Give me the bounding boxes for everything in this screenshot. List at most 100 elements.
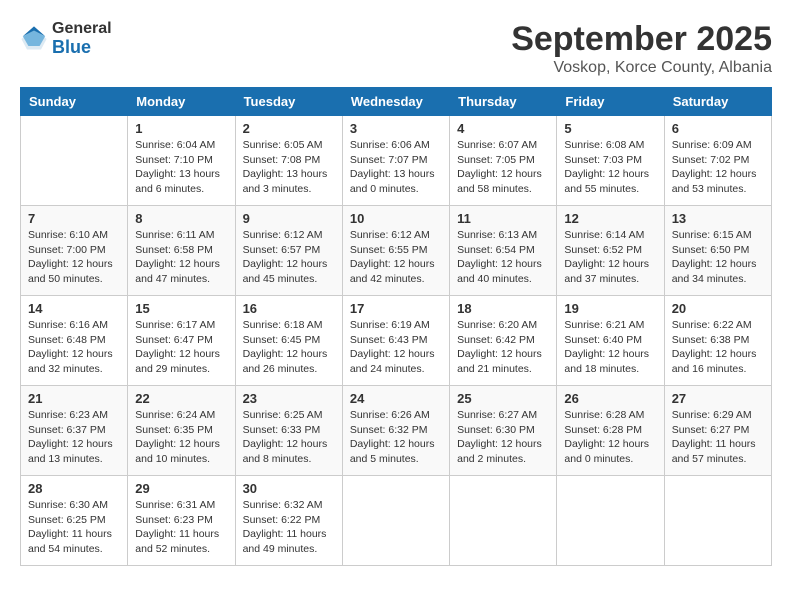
col-thursday: Thursday [450,88,557,116]
day-info: Sunrise: 6:28 AMSunset: 6:28 PMDaylight:… [564,408,656,467]
calendar-cell: 10 Sunrise: 6:12 AMSunset: 6:55 PMDaylig… [342,206,449,296]
day-info: Sunrise: 6:21 AMSunset: 6:40 PMDaylight:… [564,318,656,377]
calendar-cell [664,476,771,566]
day-info: Sunrise: 6:20 AMSunset: 6:42 PMDaylight:… [457,318,549,377]
calendar-cell: 11 Sunrise: 6:13 AMSunset: 6:54 PMDaylig… [450,206,557,296]
calendar-cell: 25 Sunrise: 6:27 AMSunset: 6:30 PMDaylig… [450,386,557,476]
title-block: September 2025 Voskop, Korce County, Alb… [511,20,772,77]
day-info: Sunrise: 6:09 AMSunset: 7:02 PMDaylight:… [672,138,764,197]
month-title: September 2025 [511,20,772,59]
calendar-cell: 12 Sunrise: 6:14 AMSunset: 6:52 PMDaylig… [557,206,664,296]
calendar-cell: 2 Sunrise: 6:05 AMSunset: 7:08 PMDayligh… [235,116,342,206]
col-friday: Friday [557,88,664,116]
day-info: Sunrise: 6:19 AMSunset: 6:43 PMDaylight:… [350,318,442,377]
calendar-cell: 9 Sunrise: 6:12 AMSunset: 6:57 PMDayligh… [235,206,342,296]
calendar-cell: 5 Sunrise: 6:08 AMSunset: 7:03 PMDayligh… [557,116,664,206]
day-info: Sunrise: 6:12 AMSunset: 6:55 PMDaylight:… [350,228,442,287]
day-info: Sunrise: 6:11 AMSunset: 6:58 PMDaylight:… [135,228,227,287]
day-number: 2 [243,121,335,136]
col-monday: Monday [128,88,235,116]
calendar-cell: 14 Sunrise: 6:16 AMSunset: 6:48 PMDaylig… [21,296,128,386]
calendar-cell [21,116,128,206]
calendar-week-5: 28 Sunrise: 6:30 AMSunset: 6:25 PMDaylig… [21,476,772,566]
day-number: 7 [28,211,120,226]
day-number: 14 [28,301,120,316]
day-number: 24 [350,391,442,406]
day-number: 13 [672,211,764,226]
day-number: 28 [28,481,120,496]
calendar-cell: 15 Sunrise: 6:17 AMSunset: 6:47 PMDaylig… [128,296,235,386]
day-number: 21 [28,391,120,406]
day-number: 4 [457,121,549,136]
calendar-cell: 7 Sunrise: 6:10 AMSunset: 7:00 PMDayligh… [21,206,128,296]
day-info: Sunrise: 6:31 AMSunset: 6:23 PMDaylight:… [135,498,227,557]
calendar-cell: 30 Sunrise: 6:32 AMSunset: 6:22 PMDaylig… [235,476,342,566]
calendar-cell: 27 Sunrise: 6:29 AMSunset: 6:27 PMDaylig… [664,386,771,476]
day-info: Sunrise: 6:16 AMSunset: 6:48 PMDaylight:… [28,318,120,377]
day-info: Sunrise: 6:08 AMSunset: 7:03 PMDaylight:… [564,138,656,197]
day-number: 25 [457,391,549,406]
day-info: Sunrise: 6:24 AMSunset: 6:35 PMDaylight:… [135,408,227,467]
calendar-cell [557,476,664,566]
calendar-cell: 29 Sunrise: 6:31 AMSunset: 6:23 PMDaylig… [128,476,235,566]
day-number: 22 [135,391,227,406]
col-sunday: Sunday [21,88,128,116]
calendar-cell: 22 Sunrise: 6:24 AMSunset: 6:35 PMDaylig… [128,386,235,476]
calendar-cell: 17 Sunrise: 6:19 AMSunset: 6:43 PMDaylig… [342,296,449,386]
calendar-week-4: 21 Sunrise: 6:23 AMSunset: 6:37 PMDaylig… [21,386,772,476]
day-number: 17 [350,301,442,316]
calendar-cell: 18 Sunrise: 6:20 AMSunset: 6:42 PMDaylig… [450,296,557,386]
day-info: Sunrise: 6:10 AMSunset: 7:00 PMDaylight:… [28,228,120,287]
day-info: Sunrise: 6:06 AMSunset: 7:07 PMDaylight:… [350,138,442,197]
calendar-cell [342,476,449,566]
calendar-cell: 21 Sunrise: 6:23 AMSunset: 6:37 PMDaylig… [21,386,128,476]
day-info: Sunrise: 6:18 AMSunset: 6:45 PMDaylight:… [243,318,335,377]
calendar-cell: 24 Sunrise: 6:26 AMSunset: 6:32 PMDaylig… [342,386,449,476]
page-header: General Blue September 2025 Voskop, Korc… [20,20,772,77]
day-number: 10 [350,211,442,226]
calendar-week-1: 1 Sunrise: 6:04 AMSunset: 7:10 PMDayligh… [21,116,772,206]
day-number: 27 [672,391,764,406]
col-saturday: Saturday [664,88,771,116]
calendar-cell: 8 Sunrise: 6:11 AMSunset: 6:58 PMDayligh… [128,206,235,296]
day-number: 19 [564,301,656,316]
day-info: Sunrise: 6:13 AMSunset: 6:54 PMDaylight:… [457,228,549,287]
day-number: 1 [135,121,227,136]
day-info: Sunrise: 6:22 AMSunset: 6:38 PMDaylight:… [672,318,764,377]
calendar-cell: 3 Sunrise: 6:06 AMSunset: 7:07 PMDayligh… [342,116,449,206]
day-number: 5 [564,121,656,136]
calendar-cell: 4 Sunrise: 6:07 AMSunset: 7:05 PMDayligh… [450,116,557,206]
day-number: 9 [243,211,335,226]
calendar-cell: 1 Sunrise: 6:04 AMSunset: 7:10 PMDayligh… [128,116,235,206]
day-number: 8 [135,211,227,226]
logo-blue-text: Blue [52,38,112,58]
day-number: 20 [672,301,764,316]
day-info: Sunrise: 6:30 AMSunset: 6:25 PMDaylight:… [28,498,120,557]
day-number: 15 [135,301,227,316]
day-info: Sunrise: 6:12 AMSunset: 6:57 PMDaylight:… [243,228,335,287]
col-tuesday: Tuesday [235,88,342,116]
calendar-cell: 13 Sunrise: 6:15 AMSunset: 6:50 PMDaylig… [664,206,771,296]
calendar-cell: 19 Sunrise: 6:21 AMSunset: 6:40 PMDaylig… [557,296,664,386]
logo-icon [20,25,48,53]
logo-general-text: General [52,20,112,38]
calendar-cell: 28 Sunrise: 6:30 AMSunset: 6:25 PMDaylig… [21,476,128,566]
calendar-cell: 16 Sunrise: 6:18 AMSunset: 6:45 PMDaylig… [235,296,342,386]
day-number: 3 [350,121,442,136]
calendar-cell: 26 Sunrise: 6:28 AMSunset: 6:28 PMDaylig… [557,386,664,476]
location-title: Voskop, Korce County, Albania [511,59,772,77]
day-info: Sunrise: 6:29 AMSunset: 6:27 PMDaylight:… [672,408,764,467]
day-number: 16 [243,301,335,316]
day-info: Sunrise: 6:27 AMSunset: 6:30 PMDaylight:… [457,408,549,467]
calendar-cell: 20 Sunrise: 6:22 AMSunset: 6:38 PMDaylig… [664,296,771,386]
day-info: Sunrise: 6:32 AMSunset: 6:22 PMDaylight:… [243,498,335,557]
day-number: 6 [672,121,764,136]
day-info: Sunrise: 6:15 AMSunset: 6:50 PMDaylight:… [672,228,764,287]
col-wednesday: Wednesday [342,88,449,116]
day-info: Sunrise: 6:17 AMSunset: 6:47 PMDaylight:… [135,318,227,377]
day-number: 11 [457,211,549,226]
calendar-cell [450,476,557,566]
day-number: 26 [564,391,656,406]
logo: General Blue [20,20,112,57]
calendar-week-3: 14 Sunrise: 6:16 AMSunset: 6:48 PMDaylig… [21,296,772,386]
